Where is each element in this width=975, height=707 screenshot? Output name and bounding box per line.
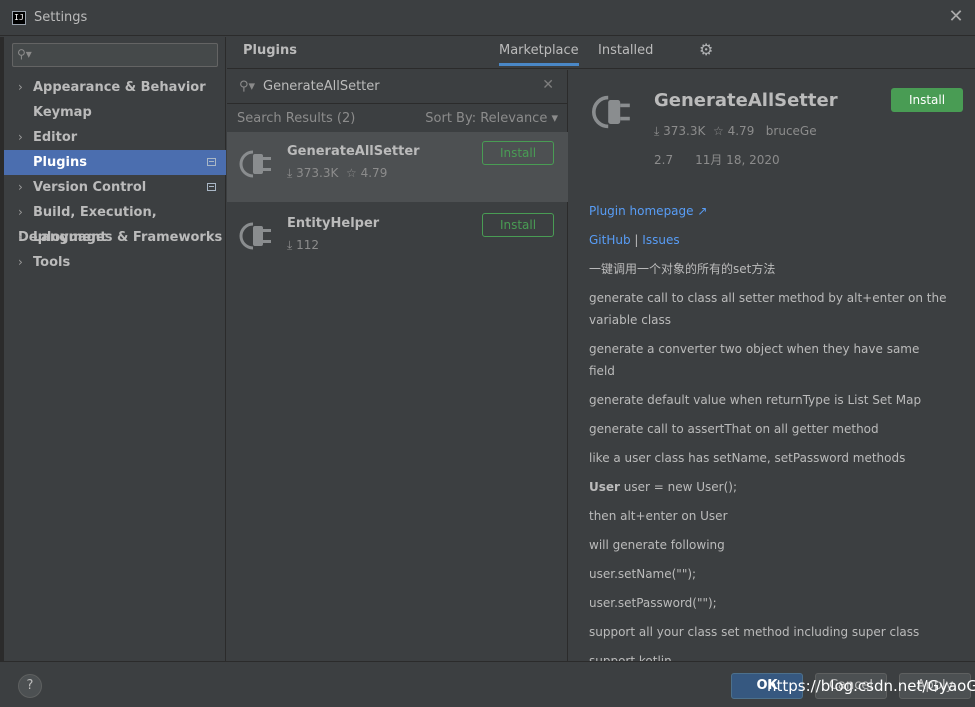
tab-marketplace[interactable]: Marketplace: [499, 43, 579, 66]
sidebar-item-label: Tools: [33, 255, 71, 270]
plugin-name: EntityHelper: [287, 216, 380, 231]
plugin-plug-icon: [239, 222, 271, 250]
star-icon: ☆: [713, 124, 724, 138]
sidebar-item-plugins[interactable]: Plugins: [4, 150, 226, 175]
plugin-homepage-link[interactable]: Plugin homepage ↗: [589, 204, 707, 218]
plugin-search-query[interactable]: GenerateAllSetter: [263, 79, 380, 94]
sidebar-item-languages-frameworks[interactable]: › Languages & Frameworks: [4, 225, 226, 250]
plugin-downloads: 373.3K: [296, 166, 339, 180]
plugin-meta: ⤓ 112: [287, 238, 319, 253]
plugin-list-item-generateallsetter[interactable]: GenerateAllSetter ⤓ 373.3K ☆ 4.79 Instal…: [227, 132, 568, 202]
download-icon: ⤓: [287, 238, 293, 252]
sidebar-item-label: Appearance & Behavior: [33, 80, 206, 95]
github-link[interactable]: GitHub: [589, 233, 631, 247]
intellij-app-icon: IJ: [12, 11, 26, 25]
sort-label: Sort By: Relevance: [425, 111, 548, 126]
install-button[interactable]: Install: [482, 141, 554, 165]
plugin-search-field[interactable]: ⚲▾ GenerateAllSetter ✕: [227, 70, 568, 104]
plugin-version-row: 2.7 11月 18, 2020: [654, 151, 802, 168]
sidebar-item-editor[interactable]: › Editor: [4, 125, 226, 150]
help-button[interactable]: ?: [18, 674, 42, 698]
chevron-right-icon: ›: [18, 205, 23, 219]
plugin-vendor[interactable]: bruceGe: [766, 124, 817, 138]
description-line: support all your class set method includ…: [589, 625, 920, 639]
code-bold: User: [589, 480, 620, 494]
sidebar-item-appearance-behavior[interactable]: › Appearance & Behavior: [4, 75, 226, 100]
plugin-rating: 4.79: [727, 124, 755, 138]
settings-search-input[interactable]: ⚲▾: [12, 43, 218, 67]
star-icon: ☆: [346, 166, 357, 180]
plugin-detail-meta: ⤓ 373.3K ☆ 4.79 bruceGe: [654, 124, 817, 139]
settings-nav: › Appearance & Behavior Keymap › Editor Pl…: [4, 75, 226, 275]
title-bar: IJ Settings ✕: [0, 0, 975, 36]
plugin-rating: 4.79: [360, 166, 388, 180]
sidebar-item-label: Version Control: [33, 180, 147, 195]
tab-installed[interactable]: Installed: [598, 43, 653, 58]
description-line: generate default value when returnType i…: [589, 393, 922, 407]
sort-dropdown[interactable]: Sort By: Relevance ▾: [425, 111, 558, 126]
sidebar-item-label: Editor: [33, 130, 78, 145]
watermark: https://blog.csdn.net/GyaoG: [767, 677, 975, 695]
description-code-line: User user = new User();: [589, 476, 949, 498]
chevron-right-icon: ›: [18, 130, 23, 144]
results-count: Search Results (2): [237, 111, 356, 126]
dialog-footer: ? OK Cancel Apply https://blog.csdn.net/…: [0, 661, 975, 707]
plugin-detail-panel: GenerateAllSetter Install ⤓ 373.3K ☆ 4.7…: [569, 70, 975, 661]
description-line: user.setName("");: [589, 567, 697, 581]
description-line: generate call to assertThat on all gette…: [589, 422, 879, 436]
sidebar-item-label: Plugins: [33, 155, 87, 170]
chevron-right-icon: ›: [18, 255, 23, 269]
plugins-header: Plugins Marketplace Installed ⚙: [227, 37, 975, 69]
description-line: like a user class has setName, setPasswo…: [589, 451, 906, 465]
sidebar-item-label: Languages & Frameworks: [33, 230, 223, 245]
plugin-version: 2.7: [654, 153, 674, 167]
description-line: support kotlin: [589, 654, 672, 661]
plugin-date: 11月 18, 2020: [695, 153, 780, 167]
close-icon[interactable]: ✕: [945, 6, 967, 28]
plugin-description: Plugin homepage ↗ GitHub | Issues 一键调用一个…: [589, 200, 949, 661]
link-separator: |: [634, 233, 639, 247]
description-line: will generate following: [589, 538, 725, 552]
results-bar: Search Results (2) Sort By: Relevance ▾: [227, 108, 568, 130]
chevron-right-icon: ›: [18, 80, 23, 94]
plugin-downloads: 373.3K: [663, 124, 706, 138]
plugin-plug-icon: [592, 95, 630, 129]
plugin-name: GenerateAllSetter: [287, 144, 420, 159]
search-icon: ⚲▾: [239, 79, 256, 94]
window-title: Settings: [34, 10, 88, 25]
search-icon: ⚲▾: [17, 47, 32, 61]
plugin-downloads: 112: [296, 238, 320, 252]
plugin-detail-name: GenerateAllSetter: [654, 90, 838, 111]
sidebar-item-tools[interactable]: › Tools: [4, 250, 226, 275]
install-button[interactable]: Install: [482, 213, 554, 237]
description-line: user.setPassword("");: [589, 596, 717, 610]
project-scope-icon: [207, 158, 216, 166]
project-scope-icon: [207, 183, 216, 191]
description-line: generate call to class all setter method…: [589, 291, 947, 327]
install-button[interactable]: Install: [891, 88, 963, 112]
chevron-down-icon: ▾: [551, 111, 558, 126]
sidebar-item-label: Keymap: [33, 105, 92, 120]
page-title: Plugins: [243, 43, 297, 58]
download-icon: ⤓: [654, 124, 660, 138]
chevron-right-icon: ›: [18, 180, 23, 194]
settings-sidebar: ⚲▾ › Appearance & Behavior Keymap › Editor…: [4, 37, 226, 661]
chevron-right-icon: ›: [18, 230, 23, 244]
description-line: then alt+enter on User: [589, 509, 728, 523]
sidebar-item-build-execution-deployment[interactable]: › Build, Execution, Deployment: [4, 200, 226, 245]
plugin-results-panel: ⚲▾ GenerateAllSetter ✕ Search Results (2…: [227, 70, 568, 661]
plugin-list-item-entityhelper[interactable]: EntityHelper ⤓ 112 Install: [227, 204, 568, 274]
code-rest: user = new User();: [619, 480, 737, 494]
plugin-meta: ⤓ 373.3K ☆ 4.79: [287, 166, 387, 181]
gear-icon[interactable]: ⚙: [699, 40, 713, 59]
sidebar-item-keymap[interactable]: Keymap: [4, 100, 226, 125]
issues-link[interactable]: Issues: [642, 233, 679, 247]
plugin-plug-icon: [239, 150, 271, 178]
clear-search-icon[interactable]: ✕: [542, 77, 554, 93]
description-line: generate a converter two object when the…: [589, 342, 920, 378]
sidebar-item-version-control[interactable]: › Version Control: [4, 175, 226, 200]
description-line: 一键调用一个对象的所有的set方法: [589, 262, 776, 276]
download-icon: ⤓: [287, 166, 293, 180]
